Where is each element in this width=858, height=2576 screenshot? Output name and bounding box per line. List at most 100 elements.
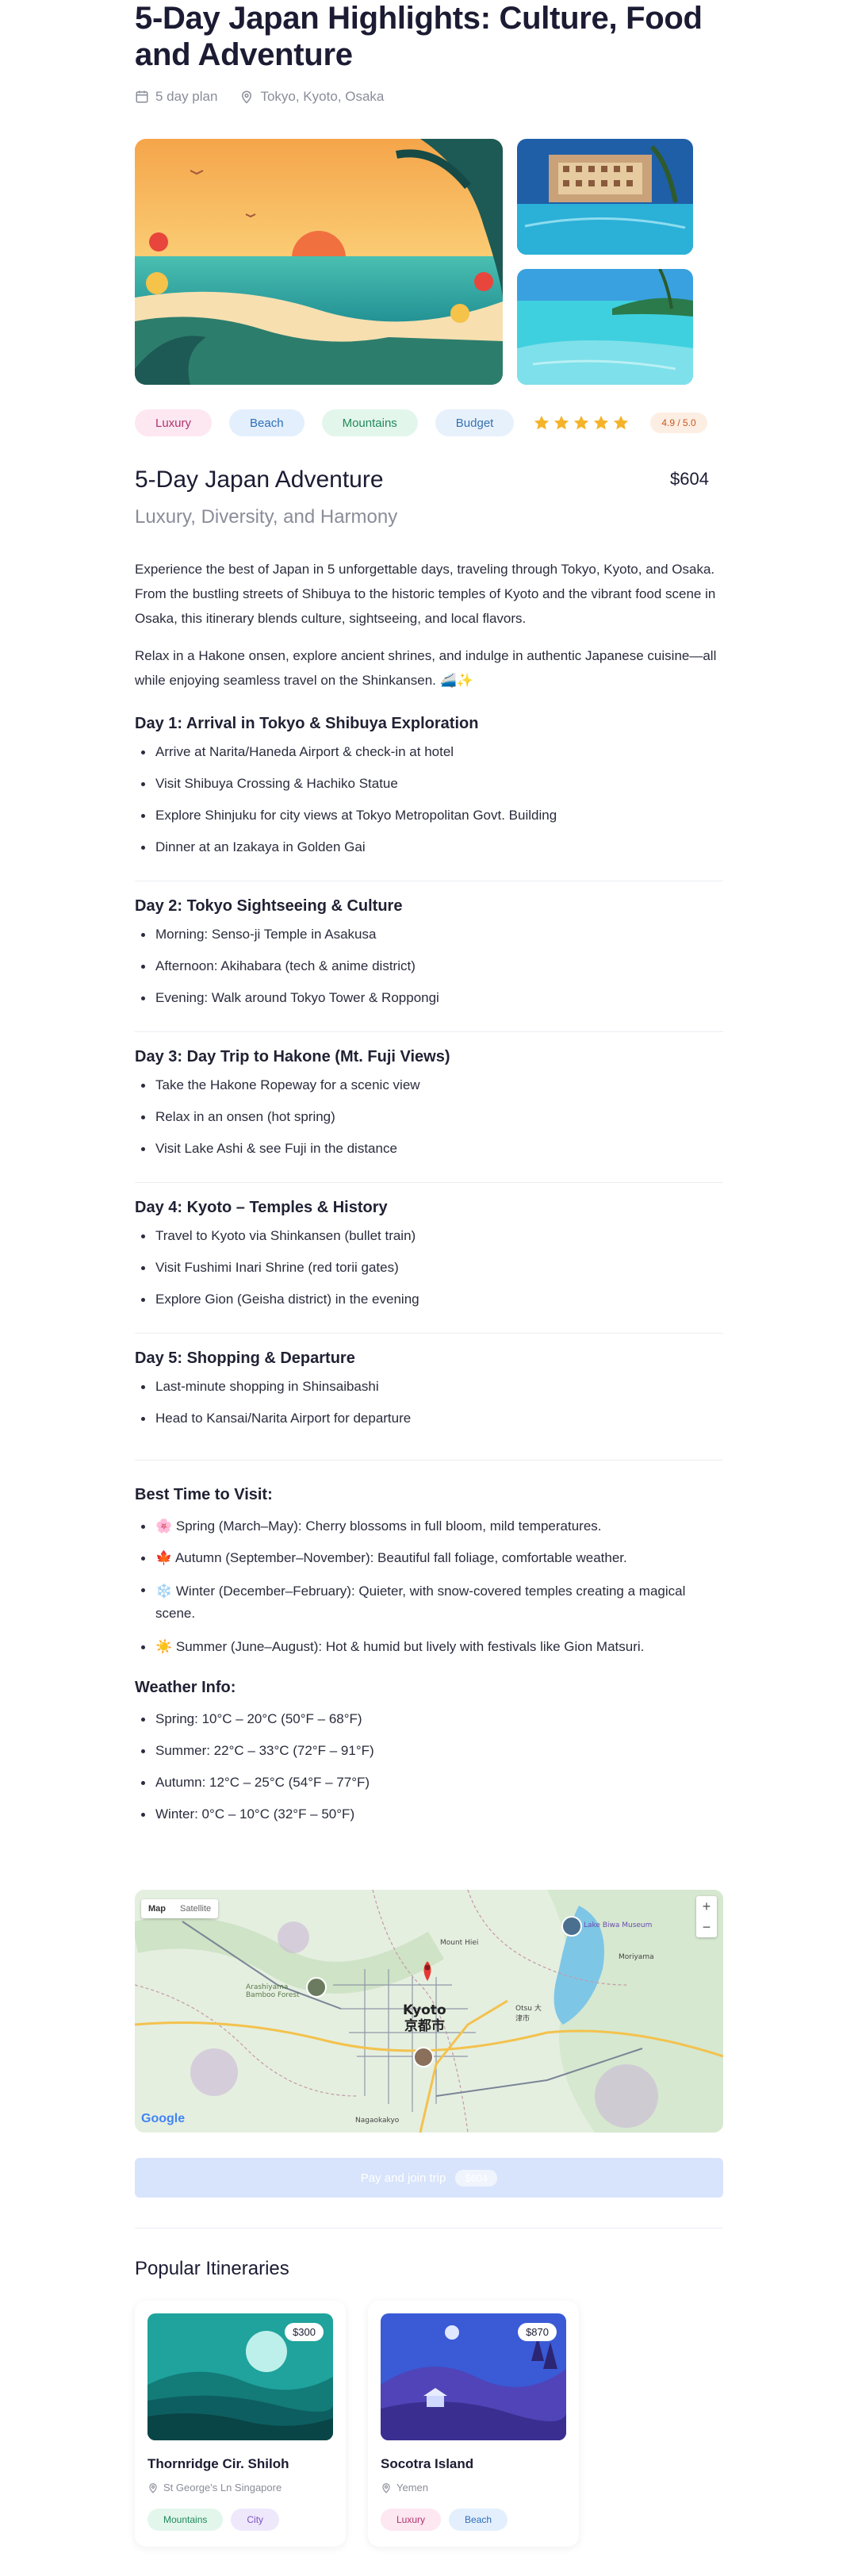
list-item: Morning: Senso-ji Temple in Asakusa <box>135 925 723 944</box>
satellite-tab[interactable]: Satellite <box>173 1899 218 1918</box>
list-item: Travel to Kyoto via Shinkansen (bullet t… <box>135 1227 723 1246</box>
map-view[interactable]: Map Satellite + − Kyoto 京都市 Arashiyama B… <box>135 1890 723 2133</box>
list-item: Take the Hakone Ropeway for a scenic vie… <box>135 1076 723 1095</box>
card-location: St George's Ln Singapore <box>147 2482 282 2493</box>
day-title: Day 5: Shopping & Departure <box>135 1349 355 1367</box>
best-time-title: Best Time to Visit: <box>135 1486 273 1503</box>
card-title: Socotra Island <box>381 2456 474 2471</box>
trip-subtitle: Luxury, Diversity, and Harmony <box>135 506 398 528</box>
location-pin-icon <box>242 90 252 104</box>
day-title: Day 2: Tokyo Sightseeing & Culture <box>135 897 403 915</box>
trip-meta: 5 day plan Tokyo, Kyoto, Osaka <box>135 89 384 105</box>
page-title: 5-Day Japan Highlights: Culture, Food an… <box>135 1 703 72</box>
list-item: Evening: Walk around Tokyo Tower & Roppo… <box>135 989 723 1008</box>
day-section: Day 1: Arrival in Tokyo & Shibuya Explor… <box>135 715 723 881</box>
card-location-text: St George's Ln Singapore <box>163 2482 282 2493</box>
tag-mountains[interactable]: Mountains <box>147 2509 224 2531</box>
map-poi-label: Nagaokakyo <box>355 2117 400 2125</box>
card-image: $870 <box>381 2313 566 2440</box>
list-item: Afternoon: Akihabara (tech & anime distr… <box>135 957 723 976</box>
zoom-controls: + − <box>696 1896 717 1937</box>
cities-meta: Tokyo, Kyoto, Osaka <box>239 89 384 105</box>
tag-luxury[interactable]: Luxury <box>381 2509 442 2531</box>
map-poi-label: Moriyama <box>619 1953 654 1961</box>
itinerary-card[interactable]: $300 Thornridge Cir. Shiloh St George's … <box>135 2301 346 2547</box>
zoom-in-button[interactable]: + <box>696 1896 717 1917</box>
list-item: Explore Shinjuku for city views at Tokyo… <box>135 806 723 825</box>
cities-label: Tokyo, Kyoto, Osaka <box>260 89 385 104</box>
zoom-out-button[interactable]: − <box>696 1917 717 1937</box>
list-item: Arrive at Narita/Haneda Airport & check-… <box>135 743 723 762</box>
plan-label: 5 day plan <box>155 89 218 104</box>
star-icon <box>554 415 569 430</box>
tag-beach[interactable]: Beach <box>449 2509 508 2531</box>
list-item: Visit Fushimi Inari Shrine (red torii ga… <box>135 1258 723 1277</box>
google-logo: Google <box>141 2112 185 2126</box>
star-icon <box>594 415 609 430</box>
pay-button-amount: $604 <box>455 2169 498 2186</box>
popular-itineraries-title: Popular Itineraries <box>135 2258 289 2279</box>
location-pin-icon <box>149 2482 157 2493</box>
beach-image[interactable] <box>517 269 693 385</box>
tag-city[interactable]: City <box>231 2509 280 2531</box>
map-poi-label: Mount Hiei <box>440 1939 479 1947</box>
day-title: Day 4: Kyoto – Temples & History <box>135 1199 388 1216</box>
star-icon <box>574 415 589 430</box>
list-item: Autumn: 12°C – 25°C (54°F – 77°F) <box>135 1773 723 1792</box>
map-poi-label: Lake Biwa Museum <box>584 1921 653 1929</box>
map-city-label: Kyoto 京都市 <box>403 2002 446 2034</box>
description-paragraph: Relax in a Hakone onsen, explore ancient… <box>135 648 717 688</box>
tag-mountains[interactable]: Mountains <box>321 409 418 436</box>
card-image: $300 <box>147 2313 333 2440</box>
itinerary-card[interactable]: $870 Socotra Island Yemen Luxury Beach <box>368 2301 579 2547</box>
tag-luxury[interactable]: Luxury <box>135 409 213 436</box>
tag-beach[interactable]: Beach <box>229 409 305 436</box>
list-item: 🌸 Spring (March–May): Cherry blossoms in… <box>135 1517 723 1536</box>
best-time-list: 🌸 Spring (March–May): Cherry blossoms in… <box>135 1517 723 1657</box>
list-item: Visit Shibuya Crossing & Hachiko Statue <box>135 774 723 793</box>
photo-gallery <box>135 139 723 385</box>
map-tab[interactable]: Map <box>141 1899 173 1918</box>
hero-image[interactable] <box>135 139 503 385</box>
list-item: Relax in an onsen (hot spring) <box>135 1108 723 1127</box>
weather-list: Spring: 10°C – 20°C (50°F – 68°F) Summer… <box>135 1710 723 1824</box>
list-item: Last-minute shopping in Shinsaibashi <box>135 1377 723 1396</box>
list-item: Dinner at an Izakaya in Golden Gai <box>135 838 723 857</box>
plan-meta: 5 day plan <box>135 89 217 105</box>
list-item: ❄️ Winter (December–February): Quieter, … <box>135 1580 723 1625</box>
day-title: Day 3: Day Trip to Hakone (Mt. Fuji View… <box>135 1048 450 1065</box>
list-item: 🍁 Autumn (September–November): Beautiful… <box>135 1549 723 1568</box>
card-title: Thornridge Cir. Shiloh <box>147 2456 289 2471</box>
card-price: $870 <box>518 2323 557 2341</box>
calendar-icon <box>136 90 148 103</box>
hotel-pool-image[interactable] <box>517 139 693 255</box>
list-item: Explore Gion (Geisha district) in the ev… <box>135 1290 723 1309</box>
divider <box>135 2228 723 2229</box>
list-item: Winter: 0°C – 10°C (32°F – 50°F) <box>135 1805 723 1824</box>
list-item: ☀️ Summer (June–August): Hot & humid but… <box>135 1637 723 1657</box>
star-icon <box>614 415 629 430</box>
google-logo-text: Google <box>141 2112 186 2125</box>
rating-badge: 4.9 / 5.0 <box>650 413 707 433</box>
day-section: Day 4: Kyoto – Temples & History Travel … <box>135 1199 723 1334</box>
trip-detail-page: 5-Day Japan Highlights: Culture, Food an… <box>0 0 858 2576</box>
trip-price: $604 <box>670 469 709 489</box>
day-section: Day 2: Tokyo Sightseeing & Culture Morni… <box>135 897 723 1032</box>
day-section: Day 3: Day Trip to Hakone (Mt. Fuji View… <box>135 1048 723 1183</box>
tags-row: Luxury Beach Mountains Budget 4.9 / 5.0 <box>135 409 707 436</box>
map-type-toggle: Map Satellite <box>141 1899 219 1918</box>
star-icon <box>534 415 550 430</box>
tag-budget[interactable]: Budget <box>435 409 515 436</box>
map-poi-label: Otsu 大津市 <box>515 2005 542 2023</box>
star-rating <box>533 414 630 432</box>
city-name-jp: 京都市 <box>404 2018 445 2034</box>
city-name-en: Kyoto <box>403 2002 446 2018</box>
day-title: Day 1: Arrival in Tokyo & Shibuya Explor… <box>135 715 479 732</box>
pay-join-button[interactable]: Pay and join trip $604 <box>135 2158 723 2198</box>
location-pin-icon <box>382 2482 390 2493</box>
list-item: Head to Kansai/Narita Airport for depart… <box>135 1409 723 1428</box>
trip-heading: 5-Day Japan Adventure <box>135 466 384 493</box>
list-item: Summer: 22°C – 33°C (72°F – 91°F) <box>135 1741 723 1760</box>
list-item: Spring: 10°C – 20°C (50°F – 68°F) <box>135 1710 723 1729</box>
card-tags: Mountains City <box>147 2509 280 2531</box>
